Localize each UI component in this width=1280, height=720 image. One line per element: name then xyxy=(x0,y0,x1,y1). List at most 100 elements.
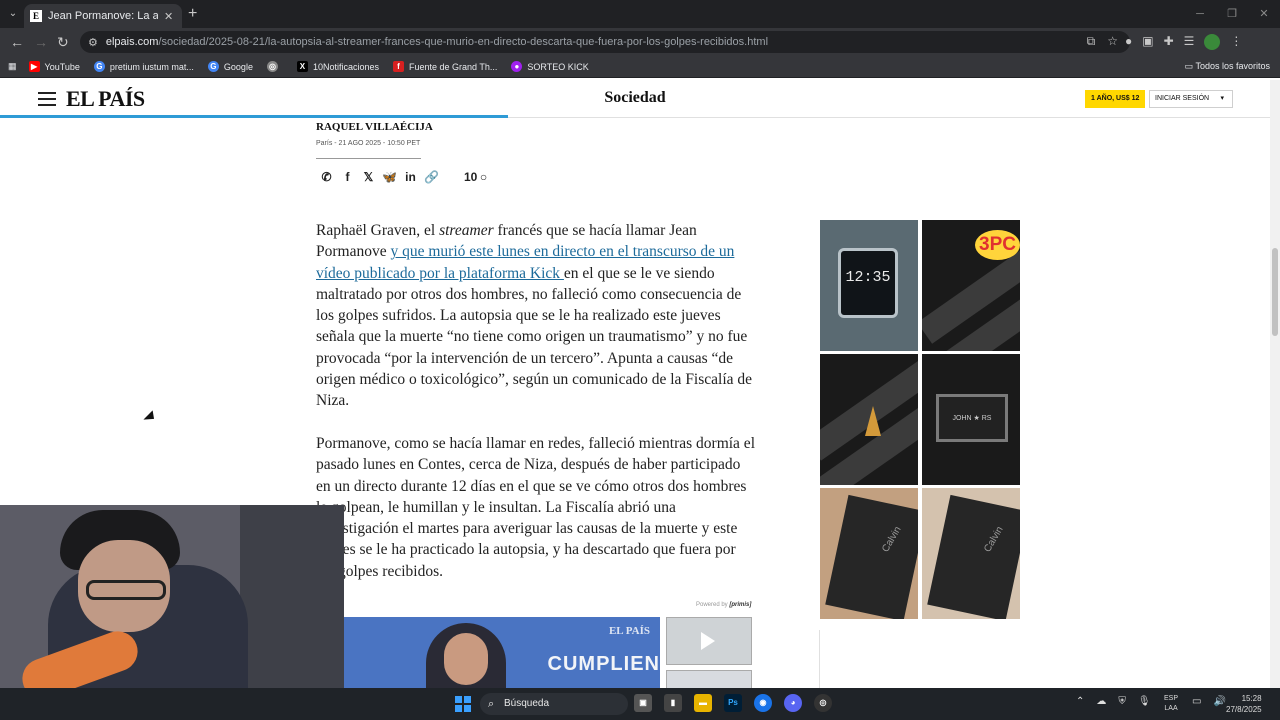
section-title[interactable]: Sociedad xyxy=(560,89,710,107)
advertisement[interactable]: 12:35 3PC JOHN ★ RS Calvin Calvin xyxy=(820,220,1020,620)
article-paragraph-1: Raphaël Graven, el streamer francés que … xyxy=(316,222,753,410)
login-label: INICIAR SESIÓN xyxy=(1155,95,1210,102)
site-header: EL PAÍS Sociedad 1 AÑO, US$ 12 INICIAR S… xyxy=(0,80,1270,118)
obs-icon[interactable]: ◎ xyxy=(814,694,832,712)
x-icon[interactable]: 𝕏 xyxy=(358,170,379,184)
mouse-cursor xyxy=(143,410,158,425)
profile-avatar[interactable] xyxy=(1204,34,1221,50)
ad-image-belt[interactable] xyxy=(820,354,918,485)
new-tab-icon[interactable]: + xyxy=(188,5,197,23)
hamburger-menu-icon[interactable] xyxy=(38,92,56,106)
all-bookmarks[interactable]: ▭ Todos los favoritos xyxy=(1185,61,1270,72)
window-controls: ─ ❐ ✕ xyxy=(1184,0,1280,28)
site-info-icon[interactable]: ⚙ xyxy=(88,36,98,49)
browser-tab-strip: ⌄ E Jean Pormanove: La autopsia al ✕ + ─… xyxy=(0,0,1280,28)
share-bar: ✆ f 𝕏 🦋 in 🔗 10 ○ xyxy=(316,170,487,184)
subscribe-button[interactable]: 1 AÑO, US$ 12 xyxy=(1085,90,1146,108)
chrome-icon[interactable]: ◉ xyxy=(754,694,772,712)
webcam-overlay xyxy=(0,505,344,688)
tab-close-icon[interactable]: ✕ xyxy=(164,10,173,23)
close-window-icon[interactable]: ✕ xyxy=(1248,0,1280,28)
media-control-icon[interactable]: ☰ xyxy=(1184,34,1195,50)
forward-icon[interactable]: → xyxy=(34,34,48,50)
ad-image-calvin[interactable]: Calvin xyxy=(820,488,918,619)
browser-toolbar: ← → ↻ ⚙ elpais.com /sociedad/2025-08-21/… xyxy=(0,28,1280,56)
video-thumbnail[interactable] xyxy=(666,617,752,665)
tab-title: Jean Pormanove: La autopsia al xyxy=(48,10,158,22)
browser-tab[interactable]: E Jean Pormanove: La autopsia al ✕ xyxy=(24,4,182,28)
bookmark-star-icon[interactable]: ☆ xyxy=(1107,34,1118,49)
watch-screen: 12:35 xyxy=(838,248,898,318)
globe-icon: ◎ xyxy=(266,61,278,72)
reading-progress-bar xyxy=(0,115,508,118)
video-face xyxy=(444,633,488,685)
volume-icon[interactable]: 🔊 xyxy=(1213,696,1225,707)
bookmark-youtube[interactable]: ▶ YouTube xyxy=(28,61,80,72)
install-app-icon[interactable]: ⧉ xyxy=(1087,34,1096,49)
bookmark-pretium[interactable]: Gpretium iustum mat... xyxy=(93,61,194,72)
extension-icon[interactable]: ▣ xyxy=(1142,34,1153,50)
facebook-icon[interactable]: f xyxy=(337,170,358,184)
linkedin-icon[interactable]: in xyxy=(400,170,421,184)
back-icon[interactable]: ← xyxy=(10,34,24,50)
article-dateline: París - 21 AGO 2025 - 10:50 PET xyxy=(316,140,421,147)
comment-count: 10 xyxy=(464,170,478,184)
photoshop-icon[interactable]: Ps xyxy=(724,694,742,712)
bookmark-google[interactable]: G Google xyxy=(207,61,253,72)
tab-search-icon[interactable]: ⌄ xyxy=(4,6,22,22)
puzzle-icon[interactable]: ✚ xyxy=(1164,34,1174,50)
video-brand: EL PAÍS xyxy=(608,625,650,637)
divider xyxy=(819,630,820,688)
taskbar-clock[interactable]: 15:28 27/8/2025 xyxy=(1226,693,1262,715)
address-bar[interactable]: ⚙ elpais.com /sociedad/2025-08-21/la-aut… xyxy=(80,31,1130,53)
network-icon[interactable]: ▭ xyxy=(1192,696,1201,707)
reload-icon[interactable]: ↻ xyxy=(57,34,69,50)
app-icon[interactable]: ▮ xyxy=(664,694,682,712)
discord-icon[interactable]: ◕ xyxy=(784,694,802,712)
onedrive-icon[interactable]: ☁ xyxy=(1096,696,1106,707)
bookmark-globe[interactable]: ◎ xyxy=(266,61,283,72)
x-icon: X xyxy=(296,61,308,72)
ad-image-buckle[interactable]: JOHN ★ RS xyxy=(922,354,1020,485)
bookmark-grand-theft[interactable]: f Fuente de Grand Th... xyxy=(393,61,497,72)
folder-icon: ▭ xyxy=(1184,61,1196,71)
microphone-icon[interactable]: 🎙 xyxy=(1138,696,1151,707)
chevron-up-icon[interactable]: ⌃ xyxy=(1076,696,1084,707)
minimize-icon[interactable]: ─ xyxy=(1184,0,1216,28)
ad-image-watch[interactable]: 12:35 xyxy=(820,220,918,351)
system-tray: ⌃ ☁ ⛨ 🎙 xyxy=(1076,696,1151,707)
windows-taskbar: ⌕ Búsqueda ▣ ▮ ▬ Ps ◉ ◕ ◎ ⌃ ☁ ⛨ 🎙 ESP LAA… xyxy=(0,688,1280,720)
windows-start-icon[interactable] xyxy=(455,696,471,712)
ad-image-belt[interactable]: 3PC xyxy=(922,220,1020,351)
task-view-icon[interactable]: ▣ xyxy=(634,694,652,712)
elpais-logo[interactable]: EL PAÍS xyxy=(66,86,145,112)
language-indicator[interactable]: ESP LAA xyxy=(1164,694,1178,714)
ad-image-calvin[interactable]: Calvin xyxy=(922,488,1020,619)
security-icon[interactable]: ⛨ xyxy=(1118,696,1126,707)
system-tray-right: ▭ 🔊 xyxy=(1192,696,1226,707)
bookmark-sorteo-kick[interactable]: ● SORTEO KICK xyxy=(511,61,589,72)
bookmark-10notificaciones[interactable]: X 10Notificaciones xyxy=(296,61,379,72)
menu-icon[interactable]: ⋮ xyxy=(1230,34,1242,50)
file-explorer-icon[interactable]: ▬ xyxy=(694,694,712,712)
login-button[interactable]: INICIAR SESIÓN ▾ xyxy=(1149,90,1233,108)
bluesky-icon[interactable]: 🦋 xyxy=(379,170,400,184)
page-scrollbar[interactable] xyxy=(1270,80,1280,688)
link-icon[interactable]: 🔗 xyxy=(421,170,442,184)
whatsapp-icon[interactable]: ✆ xyxy=(316,170,337,184)
bookmarks-bar: ▦ ▶ YouTube Gpretium iustum mat... G Googl… xyxy=(0,56,1280,78)
buckle: JOHN ★ RS xyxy=(936,394,1008,442)
apps-icon[interactable]: ▦ xyxy=(8,61,17,72)
maximize-icon[interactable]: ❐ xyxy=(1216,0,1248,28)
taskbar-apps: ▣ ▮ ▬ Ps ◉ ◕ ◎ xyxy=(634,694,832,712)
extension-icon[interactable]: ● xyxy=(1125,34,1132,50)
scrollbar-thumb[interactable] xyxy=(1272,248,1278,336)
kick-icon: ● xyxy=(511,61,523,72)
ad-badge: 3PC xyxy=(975,230,1020,260)
comments-button[interactable]: 10 ○ xyxy=(464,170,487,184)
video-player[interactable]: EL PAÍS CUMPLIEN xyxy=(316,617,660,689)
article-author[interactable]: RAQUEL VILLAÉCIJA xyxy=(316,121,433,133)
taskbar-search[interactable]: ⌕ Búsqueda xyxy=(480,693,628,715)
video-thumbnail[interactable] xyxy=(666,670,752,690)
article-paragraph-2: Pormanove, como se hacía llamar en redes… xyxy=(316,435,755,580)
